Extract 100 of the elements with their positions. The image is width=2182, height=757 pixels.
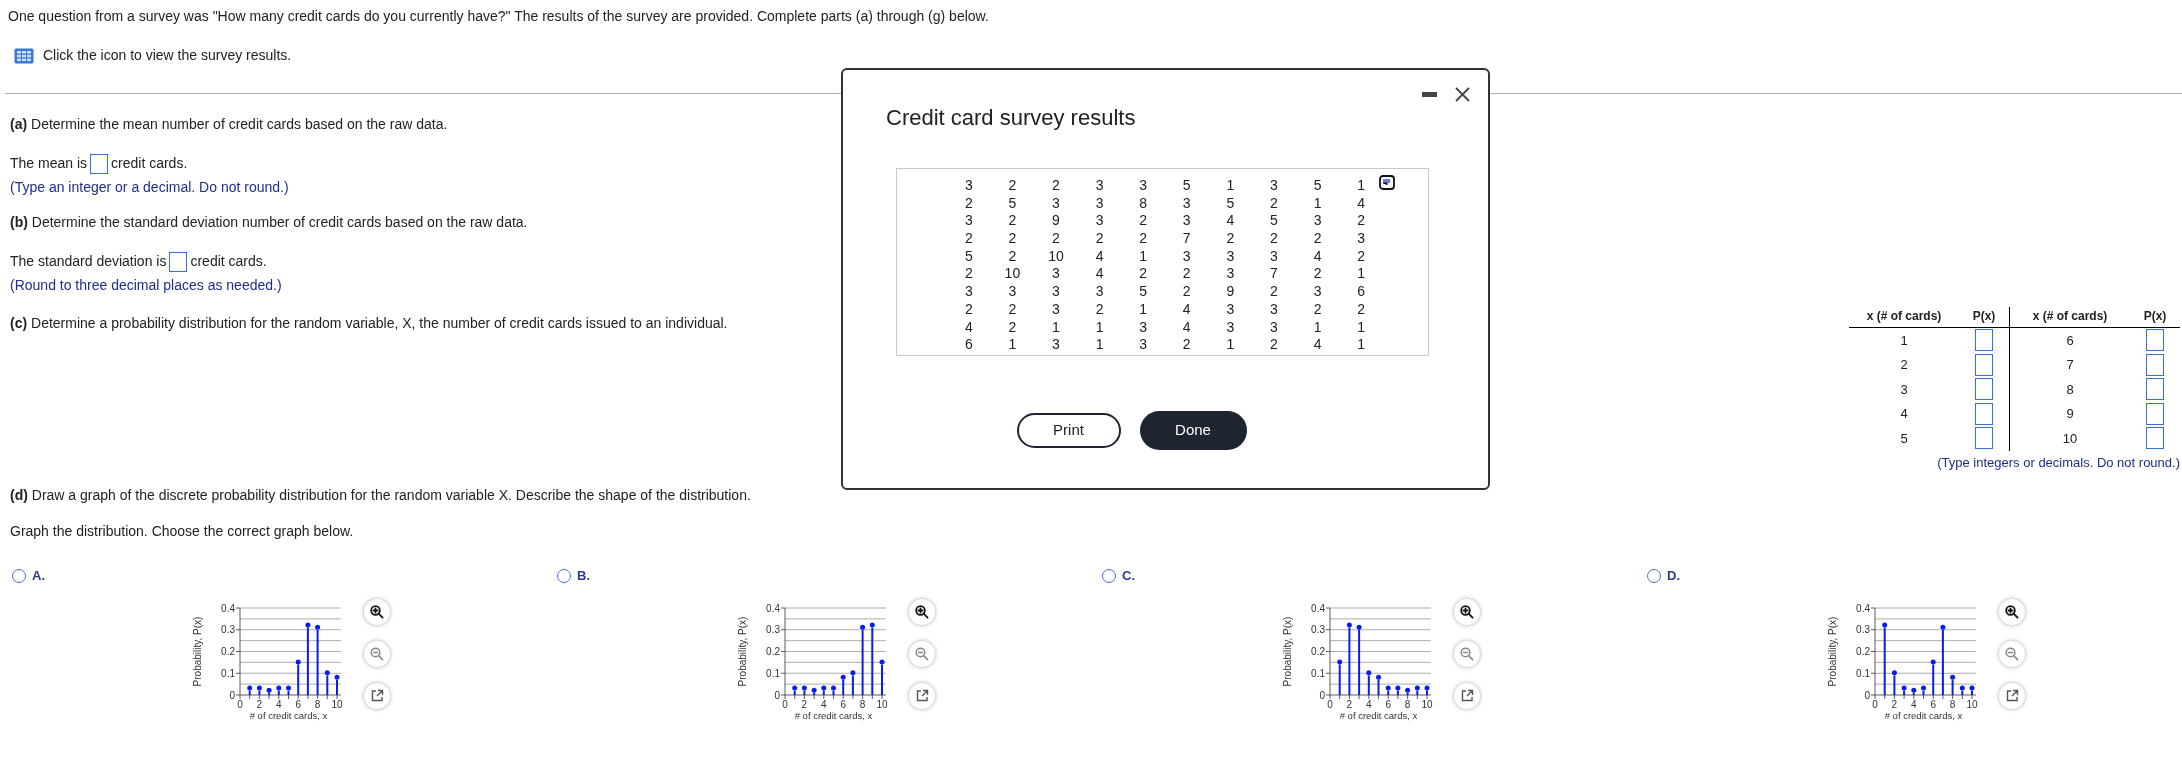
open-window-button[interactable] [1999,682,2025,709]
probability-field[interactable] [1975,378,1993,401]
data-value: 2 [1007,177,1018,195]
question-text: (a) Determine the mean number of credit cards based on the raw data. [10,115,448,134]
data-value: 4 [1312,336,1323,354]
y-tick-label: 0 [1864,689,1870,700]
data-value: 6 [963,336,974,354]
probability-field[interactable] [2146,378,2164,401]
y-tick-label: 0.3 [1311,623,1325,635]
y-tick-label: 0.1 [1311,667,1325,679]
y-tick-label: 0.4 [1311,602,1325,613]
data-value: 2 [1312,230,1323,248]
open-window-button[interactable] [364,682,390,709]
probability-field[interactable] [1975,402,1993,425]
data-value: 3 [1094,283,1105,301]
radio-button[interactable] [1647,568,1661,583]
probability-field[interactable] [2146,427,2164,450]
x-value: 8 [2066,380,2074,399]
zoom-out-button[interactable] [364,640,390,667]
data-value: 1 [1138,300,1149,319]
probability-field[interactable] [1975,353,1993,376]
data-value: 3 [1138,336,1149,354]
data-value: 4 [1312,247,1323,266]
zoom-out-button[interactable] [1454,640,1480,667]
y-axis-label: Probability, P(x) [1827,616,1838,686]
data-value: 3 [1094,194,1105,213]
x-value: 5 [1900,429,1908,448]
probability-field[interactable] [1975,427,1993,450]
y-tick-label: 0.2 [1856,645,1870,657]
x-axis-label: # of credit cards, x [1884,709,1963,721]
hint-text: (Type an integer or a decimal. Do not round.) [10,178,289,197]
data-point [1901,685,1907,691]
data-value: 4 [1181,300,1192,319]
option-label: B. [577,567,590,585]
x-tick-label: 10 [1966,698,1978,710]
y-tick-label: 0.4 [1856,602,1870,613]
answer-field[interactable] [169,251,188,272]
answer-field[interactable] [90,153,109,174]
data-point [1921,685,1926,691]
zoom-in-button[interactable] [364,598,390,625]
y-tick-label: 0.2 [1311,645,1325,657]
zoom-in-icon [915,604,929,619]
data-value: 3 [1051,265,1061,284]
data-value: 2 [1269,283,1279,301]
data-value: 5 [1007,194,1018,213]
zoom-in-button[interactable] [1454,598,1480,625]
zoom-in-button[interactable] [1999,598,2025,625]
y-tick-label: 0 [1319,689,1325,700]
external-link-icon [370,689,384,702]
probability-field[interactable] [1975,329,1993,352]
table-icon[interactable] [14,47,34,64]
data-value: 4 [1181,318,1192,337]
probability-field[interactable] [2146,402,2164,425]
y-axis-label: Probability, P(x) [1282,616,1293,686]
data-value: 2 [963,230,974,248]
data-value: 2 [1181,265,1192,284]
x-tick-label: 2 [256,698,263,710]
data-point [1891,669,1897,675]
close-icon[interactable] [1455,87,1470,102]
data-point [1395,685,1401,691]
print-button[interactable]: Print [1016,413,1121,448]
zoom-out-icon [915,646,929,661]
data-value: 7 [1181,230,1192,248]
data-value: 9 [1225,283,1236,301]
x-value: 2 [1900,356,1908,374]
probability-bar [1348,627,1351,695]
x-tick-label: 0 [1872,698,1878,710]
probability-bar [803,690,806,695]
radio-button[interactable] [1102,568,1116,583]
data-value: 1 [1356,336,1367,354]
open-window-button[interactable] [909,682,935,709]
probability-field[interactable] [2146,329,2164,352]
y-tick-label: 0 [774,689,780,700]
done-button[interactable]: Done [1139,411,1247,450]
zoom-out-icon [370,646,384,661]
copy-icon[interactable] [1379,175,1395,190]
data-point [286,685,291,691]
data-point [850,669,856,675]
probability-field[interactable] [2146,353,2164,376]
open-window-button[interactable] [1454,682,1480,709]
data-value: 4 [1356,194,1367,213]
zoom-in-button[interactable] [909,598,935,625]
instruction-text: One question from a survey was "How many credit cards do you currently have?" The results of the survey are provided. Complete parts (a) through (g) below. [8,7,990,25]
zoom-out-button[interactable] [909,640,935,667]
y-tick-label: 0.1 [1856,667,1870,679]
data-point [1405,687,1411,693]
data-point [879,658,885,664]
radio-button[interactable] [557,568,571,583]
radio-button[interactable] [12,568,26,583]
data-value: 3 [1312,283,1323,301]
y-tick-label: 0.2 [221,645,235,657]
probability-bar [832,690,835,695]
data-value: 3 [1356,230,1367,248]
data-value: 3 [1312,212,1323,231]
data-value: 2 [1094,300,1105,319]
data-point [266,687,272,693]
probability-bar [861,629,864,695]
data-point [1959,685,1965,691]
zoom-out-button[interactable] [1999,640,2025,667]
data-value: 9 [1051,212,1061,231]
